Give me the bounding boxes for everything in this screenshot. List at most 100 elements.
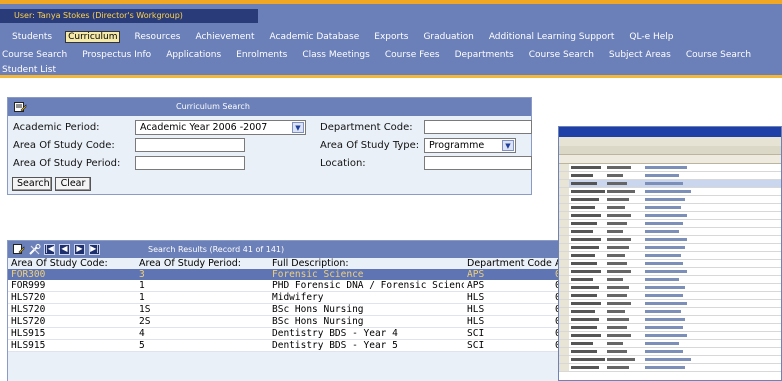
excel-spreadsheet-thumbnail[interactable]: [558, 126, 782, 381]
excel-cell: [571, 174, 593, 177]
cell-department: APS: [464, 280, 552, 292]
excel-cell: [571, 358, 605, 361]
excel-row: [559, 324, 781, 332]
cell-period: 1S: [136, 303, 269, 316]
nav-course-search[interactable]: Course Search: [0, 50, 72, 60]
excel-cell: [559, 164, 569, 171]
nav-students[interactable]: Students: [0, 32, 57, 42]
academic-period-select[interactable]: Academic Year 2006 -2007 ▼: [135, 120, 306, 135]
department-code-input[interactable]: [424, 120, 532, 134]
table-row[interactable]: FOR300 3 Forensic Science APS 0: [8, 269, 568, 280]
nav-class-meetings[interactable]: Class Meetings: [292, 50, 375, 60]
table-row[interactable]: HLS720 2S BSc Hons Nursing HLS 0: [8, 315, 568, 328]
area-period-input[interactable]: [135, 156, 245, 170]
nav-row-1: Students Curriculum Resources Achievemen…: [0, 28, 678, 45]
excel-cell: [559, 196, 569, 203]
cell-period: 1: [136, 291, 269, 304]
chevron-down-icon[interactable]: ▼: [502, 140, 514, 151]
excel-cell: [607, 238, 631, 241]
search-panel-title: Curriculum Search: [176, 102, 250, 111]
last-record-icon[interactable]: ▶|: [89, 244, 100, 255]
excel-cell: [571, 214, 601, 217]
excel-cell: [571, 182, 597, 185]
nav-course-search-3[interactable]: Course Search: [676, 50, 756, 60]
nav-prospectus-info[interactable]: Prospectus Info: [72, 50, 156, 60]
excel-cell: [571, 262, 597, 265]
column-header-area-period[interactable]: Area Of Study Period:: [136, 258, 269, 269]
nav-achievement[interactable]: Achievement: [185, 32, 259, 42]
nav-resources[interactable]: Resources: [124, 32, 185, 42]
nav-course-fees[interactable]: Course Fees: [375, 50, 445, 60]
excel-cell: [645, 350, 683, 353]
nav-ql-e-help[interactable]: QL-e Help: [619, 32, 678, 42]
nav-enrolments[interactable]: Enrolments: [226, 50, 292, 60]
table-row[interactable]: HLS720 1S BSc Hons Nursing HLS 0: [8, 303, 568, 316]
edit-record-icon[interactable]: [13, 244, 25, 255]
area-code-input[interactable]: [135, 138, 245, 152]
chevron-down-icon[interactable]: ▼: [292, 122, 304, 133]
excel-cell: [645, 334, 687, 337]
column-header-area-code[interactable]: Area Of Study Code:: [8, 258, 136, 269]
previous-record-icon[interactable]: ◀: [59, 244, 70, 255]
nav-graduation[interactable]: Graduation: [413, 32, 478, 42]
excel-cell: [571, 190, 605, 193]
location-input[interactable]: [424, 156, 532, 170]
area-type-select[interactable]: Programme ▼: [424, 138, 516, 153]
excel-cell: [607, 166, 631, 169]
excel-cell: [571, 230, 593, 233]
nav-departments[interactable]: Departments: [445, 50, 519, 60]
excel-cell: [571, 294, 597, 297]
column-header-description[interactable]: Full Description:: [269, 258, 464, 269]
excel-row: [559, 244, 781, 252]
excel-cell: [559, 172, 569, 179]
cell-description: PHD Forensic DNA / Forensic Science: [269, 280, 464, 292]
excel-row: [559, 196, 781, 204]
table-row[interactable]: HLS720 1 Midwifery HLS 0: [8, 291, 568, 304]
excel-cell: [571, 254, 595, 257]
edit-form-icon[interactable]: [14, 101, 27, 113]
excel-cell: [571, 326, 597, 329]
cell-period: 5: [136, 339, 269, 352]
cell-department: APS: [464, 269, 552, 280]
search-button[interactable]: Search: [12, 177, 52, 191]
cell-period: 3: [136, 269, 269, 280]
excel-cell: [607, 190, 635, 193]
next-record-icon[interactable]: ▶: [74, 244, 85, 255]
excel-title-bar: [559, 127, 781, 137]
excel-cell: [559, 268, 569, 275]
excel-cell: [645, 182, 683, 185]
nav-course-search-2[interactable]: Course Search: [519, 50, 599, 60]
table-row[interactable]: HLS915 5 Dentistry BDS - Year 5 SCI 0: [8, 339, 568, 352]
first-record-icon[interactable]: |◀: [44, 244, 55, 255]
excel-row: [559, 236, 781, 244]
excel-cell: [571, 310, 595, 313]
cell-code: FOR300: [8, 269, 136, 280]
excel-cell: [559, 316, 569, 323]
excel-formula-bar: [559, 155, 781, 164]
column-header-department[interactable]: Department Code:: [464, 258, 552, 269]
nav-additional-learning-support[interactable]: Additional Learning Support: [479, 32, 620, 42]
excel-cell: [559, 284, 569, 291]
table-row[interactable]: FOR999 1 PHD Forensic DNA / Forensic Sci…: [8, 280, 568, 292]
cell-code: HLS720: [8, 303, 136, 316]
excel-cell: [607, 334, 631, 337]
excel-row: [559, 284, 781, 292]
results-title: Search Results (Record 41 of 141): [148, 245, 285, 254]
cell-code: HLS915: [8, 339, 136, 352]
nav-academic-database[interactable]: Academic Database: [260, 32, 365, 42]
nav-curriculum[interactable]: Curriculum: [65, 30, 121, 43]
cell-department: SCI: [464, 327, 552, 340]
academic-period-label: Academic Period:: [13, 122, 100, 133]
excel-cell: [571, 198, 599, 201]
nav-student-list[interactable]: Student List: [0, 65, 61, 75]
nav-subject-areas[interactable]: Subject Areas: [599, 50, 676, 60]
excel-cell: [559, 212, 569, 219]
cell-department: HLS: [464, 291, 552, 304]
cell-description: Dentistry BDS - Year 4: [269, 327, 464, 340]
clear-button[interactable]: Clear: [55, 177, 91, 191]
tools-icon[interactable]: [29, 244, 41, 255]
nav-exports[interactable]: Exports: [364, 32, 413, 42]
excel-cell: [571, 222, 597, 225]
nav-applications[interactable]: Applications: [156, 50, 226, 60]
table-row[interactable]: HLS915 4 Dentistry BDS - Year 4 SCI 0: [8, 327, 568, 340]
